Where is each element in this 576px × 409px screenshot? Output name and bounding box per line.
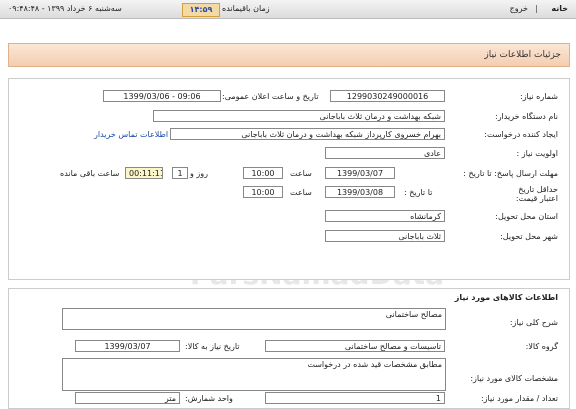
page-header: جزئیات اطلاعات نیاز bbox=[8, 43, 570, 67]
qty-field: 1 bbox=[265, 392, 445, 404]
group-label: گروه کالا: bbox=[525, 342, 558, 351]
current-datetime: سه‌شنبه ۶ خرداد ۱۳۹۹ - ۰۹:۴۸:۴۸ bbox=[8, 4, 122, 13]
deadline-time-label: ساعت bbox=[290, 169, 312, 178]
province-label: استان محل تحویل: bbox=[495, 212, 558, 221]
qty-label: تعداد / مقدار مورد نیاز: bbox=[480, 394, 558, 403]
remaining-label: ساعت باقی مانده bbox=[60, 169, 120, 178]
buyer-contact-link[interactable]: اطلاعات تماس خریدار bbox=[94, 130, 168, 139]
unit-field: متر bbox=[75, 392, 180, 404]
days-label: روز و bbox=[190, 169, 208, 178]
summary-label: شرح کلی نیاز: bbox=[509, 318, 558, 327]
buyer-field: شبکه بهداشت و درمان ثلاث باباجانی bbox=[153, 110, 445, 122]
validity-label: حداقل تاریخ اعتبار قیمت: bbox=[515, 185, 558, 203]
spec-label: مشخصات کالای مورد نیاز: bbox=[470, 374, 558, 383]
need-number-label: شماره نیاز: bbox=[520, 92, 558, 101]
deadline-time-field: 10:00 bbox=[243, 167, 283, 179]
city-field: ثلاث باباجانی bbox=[325, 230, 445, 242]
need-date-field: 1399/03/07 bbox=[75, 340, 180, 352]
home-link[interactable]: خانه bbox=[551, 4, 568, 13]
creator-label: ایجاد کننده درخواست: bbox=[484, 130, 558, 139]
validity-time-field: 10:00 bbox=[243, 186, 283, 198]
spec-field: مطابق مشخصات قید شده در درخواست bbox=[62, 358, 446, 391]
page-title: جزئیات اطلاعات نیاز bbox=[484, 50, 561, 60]
deadline-label: مهلت ارسال پاسخ: تا تاریخ : bbox=[463, 169, 558, 178]
validity-to-label: تا تاریخ : bbox=[404, 188, 433, 197]
summary-field: مصالح ساختمانی bbox=[62, 308, 446, 330]
goods-section-title: اطلاعات کالاهای مورد نیاز bbox=[454, 293, 558, 302]
city-label: شهر محل تحویل: bbox=[500, 232, 558, 241]
priority-field: عادی bbox=[325, 147, 445, 159]
need-number-field: 1299030249000016 bbox=[330, 90, 445, 102]
days-field: 1 bbox=[172, 167, 188, 179]
buyer-label: نام دستگاه خریدار: bbox=[495, 112, 558, 121]
group-field: تاسیسات و مصالح ساختمانی bbox=[265, 340, 445, 352]
remaining-time-label: زمان باقیمانده bbox=[222, 4, 270, 13]
separator: | bbox=[535, 4, 538, 13]
session-timer: ۱۴:۵۹ bbox=[182, 3, 220, 17]
priority-label: اولویت نیاز : bbox=[516, 149, 558, 158]
announce-field: 1399/03/06 - 09:06 bbox=[103, 90, 221, 102]
top-bar: خانه | خروج زمان باقیمانده ۱۴:۵۹ سه‌شنبه… bbox=[0, 0, 576, 19]
need-info-panel bbox=[8, 78, 570, 280]
validity-date-field: 1399/03/08 bbox=[325, 186, 395, 198]
province-field: کرمانشاه bbox=[325, 210, 445, 222]
need-date-label: تاریخ نیاز به کالا: bbox=[185, 342, 240, 351]
validity-time-label: ساعت bbox=[290, 188, 312, 197]
unit-label: واحد شمارش: bbox=[185, 394, 233, 403]
creator-field: بهرام خسروی کارپرداز شبکه بهداشت و درمان… bbox=[170, 128, 445, 140]
deadline-date-field: 1399/03/07 bbox=[325, 167, 395, 179]
exit-link[interactable]: خروج bbox=[510, 4, 528, 13]
announce-label: تاریخ و ساعت اعلان عمومی: bbox=[222, 92, 319, 101]
remaining-time-field: 00:11:11 bbox=[125, 167, 163, 179]
